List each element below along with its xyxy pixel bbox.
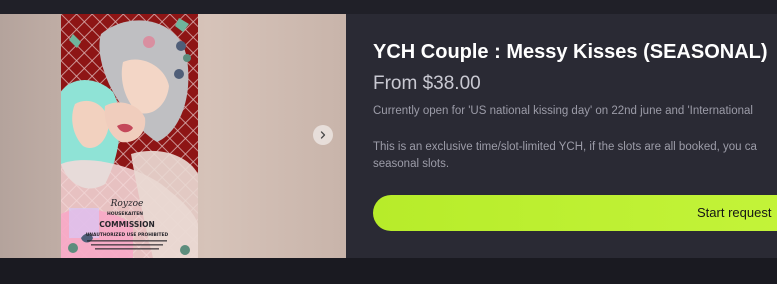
svg-text:HOUSEKAITEN: HOUSEKAITEN xyxy=(107,211,143,217)
svg-text:COMMISSION: COMMISSION xyxy=(99,220,155,229)
listing-description-1: Currently open for 'US national kissing … xyxy=(373,105,753,117)
listing-card: Royzoe HOUSEKAITEN COMMISSION UNAUTHORIZ… xyxy=(0,14,777,258)
bottom-strip xyxy=(0,258,777,284)
chevron-right-icon xyxy=(320,131,326,139)
gallery-next-button[interactable] xyxy=(313,125,333,145)
listing-title: YCH Couple : Messy Kisses (SEASONAL) xyxy=(373,41,768,63)
listing-description-2: This is an exclusive time/slot-limited Y… xyxy=(373,141,757,170)
svg-text:Royzoe: Royzoe xyxy=(110,199,144,209)
start-request-button[interactable]: Start request xyxy=(373,195,777,231)
top-strip xyxy=(0,0,777,14)
artwork-image[interactable]: Royzoe HOUSEKAITEN COMMISSION UNAUTHORIZ… xyxy=(61,14,198,258)
listing-info: YCH Couple : Messy Kisses (SEASONAL) Fro… xyxy=(373,14,777,258)
media-gallery: Royzoe HOUSEKAITEN COMMISSION UNAUTHORIZ… xyxy=(0,14,346,258)
listing-price: From $38.00 xyxy=(373,73,481,94)
svg-text:UNAUTHORIZED USE PROHIBITED: UNAUTHORIZED USE PROHIBITED xyxy=(86,232,169,238)
start-request-label: Start request xyxy=(697,205,772,220)
